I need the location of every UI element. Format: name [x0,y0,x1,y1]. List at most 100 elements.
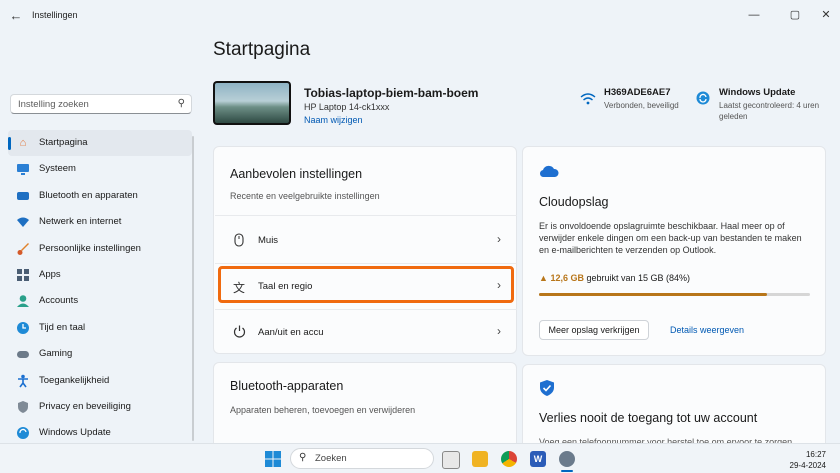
sidebar-item-label: Accounts [39,295,79,307]
card-title: Cloudopslag [539,195,609,209]
sidebar-item-label: Persoonlijke instellingen [39,242,141,254]
storage-used: 12,6 GB [550,273,584,283]
chevron-right-icon: › [497,232,501,246]
network-name[interactable]: H369ADE6AE7 [604,87,671,98]
accessibility-icon [16,374,30,388]
taskbar-search-placeholder: Zoeken [315,453,347,464]
get-more-storage-button[interactable]: Meer opslag verkrijgen [539,320,649,340]
sidebar-item-privacy[interactable]: Privacy en beveiliging [8,394,192,420]
mouse-icon [231,233,247,250]
clock-time: 16:27 [805,450,826,459]
setting-row-muis[interactable]: Muis › [215,219,517,263]
sidebar-item-tijd[interactable]: Tijd en taal [8,315,192,341]
setting-row-aan-uit[interactable]: Aan/uit en accu › [215,311,517,355]
title-bar: ← Instellingen — ▢ ✕ [0,0,840,32]
device-model: HP Laptop 14-ck1xxx [304,102,390,112]
windows-update-icon [696,91,710,110]
file-explorer-icon[interactable] [472,451,488,467]
account-security-card: Verlies nooit de toegang tot uw account … [522,364,826,454]
clock-date: 29-4-2024 [789,461,826,470]
rename-link[interactable]: Naam wijzigen [304,115,363,125]
sidebar-item-label: Systeem [39,163,76,175]
windows-update-title[interactable]: Windows Update [719,87,795,98]
view-details-link[interactable]: Details weergeven [670,325,744,335]
sidebar-item-label: Windows Update [39,427,111,439]
update-icon [16,426,30,440]
task-view-icon[interactable] [442,451,460,469]
settings-search-input[interactable]: Instelling zoeken ⚲ [10,94,192,114]
sidebar-item-bluetooth[interactable]: Bluetooth en apparaten [8,183,192,209]
device-wallpaper-thumbnail [213,81,291,125]
setting-label: Aan/uit en accu [258,327,324,338]
sidebar-item-label: Tijd en taal [39,321,86,333]
storage-progress-bar [539,293,810,296]
sidebar-item-toegankelijkheid[interactable]: Toegankelijkheid [8,368,192,394]
shield-icon [16,400,30,414]
page-title: Startpagina [213,39,311,60]
apps-icon [16,268,30,282]
window-title: Instellingen [32,10,78,20]
search-icon: ⚲ [177,98,185,109]
sidebar-item-label: Bluetooth en apparaten [39,189,138,201]
active-indicator [8,137,11,150]
cloud-description: Er is onvoldoende opslagruimte beschikba… [539,221,802,255]
brush-icon [16,242,30,256]
card-subtitle: Recente en veelgebruikte instellingen [230,191,380,201]
setting-label: Muis [258,235,279,246]
search-icon: ⚲ [299,452,307,463]
storage-used-text: gebruikt van 15 GB (84%) [586,273,691,283]
storage-progress-fill [539,293,767,296]
divider [215,215,517,216]
network-status: Verbonden, beveiligd [604,101,679,110]
recommended-settings-card: Aanbevolen instellingen Recente en veelg… [213,146,517,354]
sidebar-item-systeem[interactable]: Systeem [8,156,192,182]
orange-highlight-box [218,266,514,303]
sidebar-item-label: Privacy en beveiliging [39,400,131,412]
settings-gear-icon[interactable] [559,451,575,467]
bluetooth-devices-card: Bluetooth-apparaten Apparaten beheren, t… [213,362,517,452]
taskbar-clock[interactable]: 16:27 29-4-2024 [790,449,826,471]
monitor-icon [16,162,30,176]
power-icon [231,325,247,341]
sidebar-item-label: Toegankelijkheid [39,374,110,386]
person-icon [16,294,30,308]
divider [215,309,517,310]
cloud-icon [539,165,559,183]
card-subtitle: Apparaten beheren, toevoegen en verwijde… [230,405,416,415]
card-title: Verlies nooit de toegang tot uw account [539,411,758,425]
search-placeholder: Instelling zoeken [18,99,89,110]
globe-clock-icon [16,321,30,335]
maximize-button[interactable]: ▢ [785,6,805,24]
card-title: Bluetooth-apparaten [230,379,344,393]
chrome-icon[interactable] [501,451,517,467]
device-name: Tobias-laptop-biem-bam-boem [304,86,479,100]
divider [215,263,517,264]
sidebar-item-startpagina[interactable]: ⌂ Startpagina [8,130,192,157]
sidebar-item-persoonlijk[interactable]: Persoonlijke instellingen [8,236,192,262]
word-icon[interactable]: W [530,451,546,467]
controller-icon [16,347,30,361]
wifi-icon [16,215,30,229]
sidebar-item-accounts[interactable]: Accounts [8,288,192,314]
sidebar-item-apps[interactable]: Apps [8,262,192,288]
minimize-button[interactable]: — [744,6,764,24]
windows-start-icon[interactable] [265,451,281,467]
chevron-right-icon: › [497,324,501,338]
sidebar-item-netwerk[interactable]: Netwerk en internet [8,209,192,235]
sidebar-item-label: Gaming [39,348,73,360]
back-arrow-icon[interactable]: ← [8,8,24,24]
home-icon: ⌂ [19,137,27,149]
taskbar: ⚲ Zoeken W 16:27 29-4-2024 [0,443,840,473]
sidebar-item-label: Apps [39,268,61,280]
bluetooth-icon [16,189,30,203]
active-app-indicator [561,470,573,472]
windows-update-status: Laatst gecontroleerd: 4 uren geleden [719,101,820,121]
close-button[interactable]: ✕ [816,6,836,24]
sidebar-scrollbar[interactable] [192,136,194,441]
card-title: Aanbevolen instellingen [230,167,363,181]
sidebar-item-gaming[interactable]: Gaming [8,341,192,367]
storage-usage: ▲ 12,6 GB gebruikt van 15 GB (84%) [539,273,690,283]
shield-check-icon [539,379,555,402]
warning-icon: ▲ [539,273,548,283]
taskbar-search[interactable]: ⚲ Zoeken [290,448,434,469]
